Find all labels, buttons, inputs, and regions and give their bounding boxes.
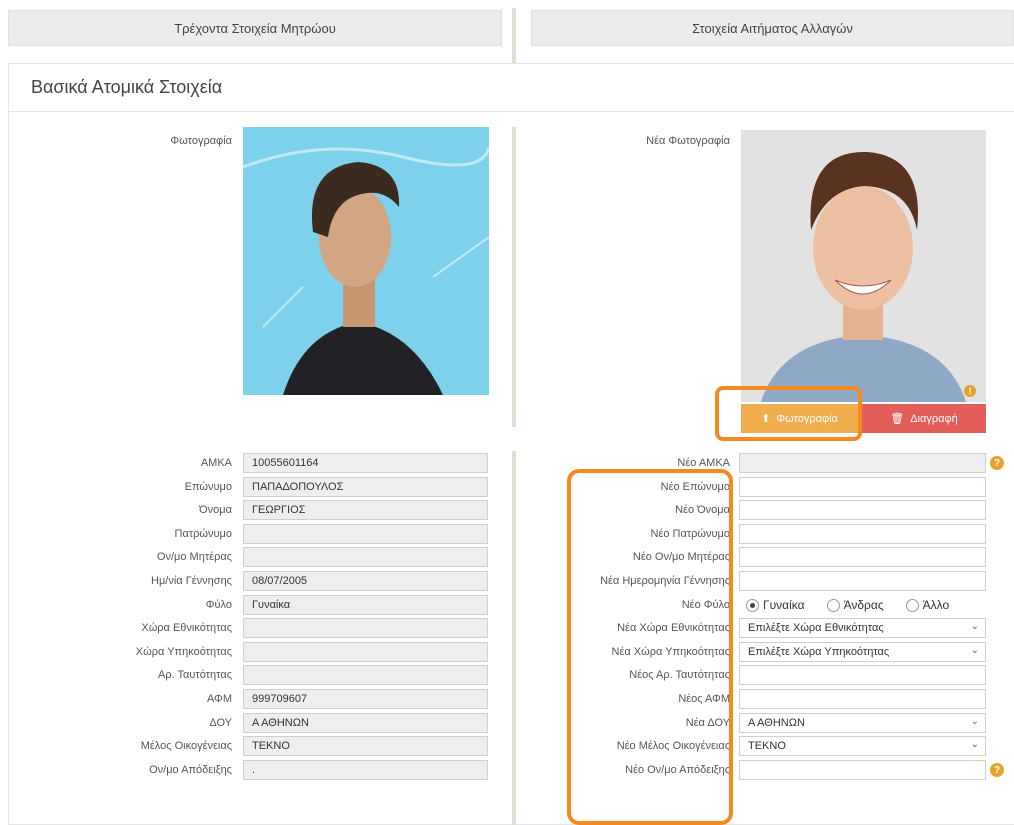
new-field-input[interactable]	[739, 760, 986, 780]
new-field-value: Α ΑΘΗΝΩΝ	[748, 717, 805, 729]
new-field-input[interactable]	[739, 477, 986, 497]
trash-icon: 🗑	[890, 413, 905, 425]
current-field-value: 999709607	[243, 689, 488, 709]
radio-circle[interactable]	[905, 598, 919, 612]
new-photo: !	[741, 130, 986, 402]
new-field-select[interactable]: Επιλέξτε Χώρα Υπηκοότητας ⌄	[739, 642, 986, 662]
new-field-select[interactable]: ΤΕΚΝΟ ⌄	[739, 736, 986, 756]
current-field-value: ΠΑΠΑΔΟΠΟΥΛΟΣ	[243, 477, 488, 497]
new-field-input[interactable]	[739, 500, 986, 520]
current-field-value: 10055601164	[243, 453, 488, 473]
photo-button-highlight	[715, 386, 862, 441]
new-field-select[interactable]: Επιλέξτε Χώρα Εθνικότητας ⌄	[739, 618, 986, 638]
chevron-down-icon: ⌄	[970, 739, 979, 750]
current-field-label: Χώρα Εθνικότητας	[141, 622, 232, 634]
current-field-label: Χώρα Υπηκοότητας	[135, 646, 232, 658]
current-field-label: ΑΜΚΑ	[200, 457, 232, 469]
new-field-value: ΤΕΚΝΟ	[748, 740, 786, 752]
section-title: Βασικά Ατομικά Στοιχεία	[9, 64, 1014, 112]
header-divider	[512, 8, 516, 64]
current-photo	[243, 127, 489, 395]
current-field-label: Φύλο	[205, 599, 232, 611]
current-field-value	[243, 665, 488, 685]
new-field-input[interactable]	[739, 524, 986, 544]
chevron-down-icon: ⌄	[970, 621, 979, 632]
gender-radio-option[interactable]: Άνδρας	[826, 598, 884, 612]
current-field-label: ΑΦΜ	[207, 693, 232, 705]
current-field-label: Επώνυμο	[184, 481, 232, 493]
gender-radio-option[interactable]: Γυναίκα	[746, 598, 805, 612]
current-field-label: Πατρώνυμο	[174, 528, 232, 540]
new-field-value: Επιλέξτε Χώρα Υπηκοότητας	[748, 646, 890, 658]
new-field-input[interactable]	[739, 571, 986, 591]
column-divider-fields	[512, 451, 516, 825]
new-field-label: Νέο ΑΜΚΑ	[677, 457, 730, 469]
delete-photo-button[interactable]: 🗑 Διαγραφή	[862, 404, 986, 433]
current-field-label: Μέλος Οικογένειας	[140, 740, 232, 752]
chevron-down-icon: ⌄	[970, 716, 979, 727]
help-icon[interactable]: ?	[990, 456, 1004, 470]
current-field-value	[243, 618, 488, 638]
current-field-value	[243, 524, 488, 544]
current-field-value: 08/07/2005	[243, 571, 488, 591]
gender-radio-group: Γυναίκα Άνδρας Άλλο	[746, 595, 1008, 615]
current-photo-label: Φωτογραφία	[170, 135, 232, 147]
current-field-value	[243, 642, 488, 662]
current-field-label: Ημ/νία Γέννησης	[151, 575, 232, 587]
current-field-value	[243, 547, 488, 567]
new-field-input[interactable]	[739, 689, 986, 709]
radio-dot	[750, 602, 755, 608]
radio-label: Γυναίκα	[763, 598, 805, 612]
header-current-record: Τρέχοντα Στοιχεία Μητρώου	[8, 10, 502, 46]
new-field-input[interactable]	[739, 547, 986, 567]
gender-radio-option[interactable]: Άλλο	[905, 598, 950, 612]
current-field-value: Γυναίκα	[243, 595, 488, 615]
current-field-value: Α ΑΘΗΝΩΝ	[243, 713, 488, 733]
new-field-input[interactable]	[739, 665, 986, 685]
current-field-value: ΤΕΚΝΟ	[243, 736, 488, 756]
help-icon[interactable]: ?	[990, 763, 1004, 777]
current-field-label: ΔΟΥ	[209, 717, 232, 729]
new-photo-label: Νέα Φωτογραφία	[646, 135, 730, 147]
current-field-value: ΓΕΩΡΓΙΟΣ	[243, 500, 488, 520]
new-field-value: Επιλέξτε Χώρα Εθνικότητας	[748, 622, 884, 634]
current-field-label: Ον/μο Μητέρας	[156, 551, 232, 563]
new-field-input	[739, 453, 986, 473]
new-fields-labels-highlight	[567, 469, 733, 825]
photo-warning-icon: !	[964, 385, 976, 397]
radio-label: Άλλο	[922, 598, 950, 612]
radio-label: Άνδρας	[843, 598, 884, 612]
column-divider-photo	[512, 127, 516, 427]
current-field-label: Αρ. Ταυτότητας	[157, 669, 232, 681]
current-field-label: Ον/μο Απόδειξης	[149, 764, 232, 776]
current-field-value: .	[243, 760, 488, 780]
header-change-request: Στοιχεία Αιτήματος Αλλαγών	[531, 10, 1014, 46]
radio-circle[interactable]	[826, 598, 840, 612]
chevron-down-icon: ⌄	[970, 645, 979, 656]
new-field-select[interactable]: Α ΑΘΗΝΩΝ ⌄	[739, 713, 986, 733]
radio-circle[interactable]	[746, 598, 759, 612]
current-field-label: Όνομα	[199, 504, 232, 516]
